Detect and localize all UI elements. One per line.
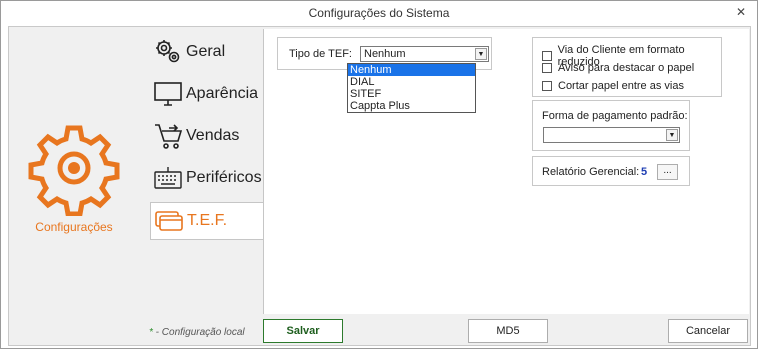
- keyboard-icon: [153, 163, 183, 193]
- menu-item-tef[interactable]: T.E.F.: [150, 202, 264, 240]
- dropdown-option[interactable]: Cappta Plus: [348, 100, 475, 112]
- menu-item-perifericos[interactable]: Periféricos: [150, 159, 263, 197]
- menu-item-aparencia[interactable]: Aparência: [150, 75, 263, 113]
- menu-label: Aparência: [186, 85, 259, 102]
- report-value: 5: [641, 166, 648, 178]
- cart-icon: [153, 121, 183, 151]
- menu-label: T.E.F.: [187, 212, 228, 229]
- save-button[interactable]: Salvar: [263, 319, 343, 343]
- dropdown-option[interactable]: SITEF: [348, 88, 475, 100]
- menu-label: Geral: [186, 43, 226, 60]
- local-config-note: * - Configuração local: [149, 327, 245, 338]
- payment-select[interactable]: ▼: [543, 127, 680, 143]
- close-icon[interactable]: ✕: [733, 4, 749, 20]
- report-group: Relatório Gerencial: 5 ...: [532, 156, 690, 186]
- menu-label: Vendas: [186, 127, 240, 144]
- monitor-icon: [153, 79, 183, 109]
- checkbox-cut-paper[interactable]: Cortar papel entre as vias: [542, 80, 684, 92]
- tef-type-label: Tipo de TEF:: [289, 48, 352, 60]
- cancel-button[interactable]: Cancelar: [668, 319, 748, 343]
- menu-item-vendas[interactable]: Vendas: [150, 117, 263, 155]
- print-options-group: Via do Cliente em formato reduzido Aviso…: [532, 37, 722, 97]
- gears-icon: [153, 37, 183, 67]
- menu-label: Periféricos: [186, 169, 262, 186]
- dropdown-option[interactable]: DIAL: [348, 76, 475, 88]
- checkbox-tear-warning[interactable]: Aviso para destacar o papel: [542, 62, 694, 74]
- report-label: Relatório Gerencial:: [542, 166, 640, 178]
- chevron-down-icon: ▼: [666, 129, 678, 141]
- local-config-text: - Configuração local: [152, 327, 245, 338]
- tef-type-dropdown: Nenhum DIAL SITEF Cappta Plus: [347, 63, 476, 113]
- checkbox-label: Aviso para destacar o papel: [558, 62, 695, 74]
- card-icon: [154, 206, 184, 236]
- tef-panel: Tipo de TEF: Nenhum ▼ Nenhum DIAL SITEF …: [263, 29, 749, 314]
- gear-icon: [26, 120, 122, 219]
- checkbox-box[interactable]: [542, 81, 552, 91]
- chevron-down-icon: ▼: [475, 48, 487, 60]
- checkbox-box[interactable]: [542, 63, 552, 73]
- checkbox-box[interactable]: [542, 51, 552, 61]
- md5-button[interactable]: MD5: [468, 319, 548, 343]
- settings-window: Configurações do Sistema ✕ Configurações…: [0, 0, 758, 349]
- payment-group: Forma de pagamento padrão: ▼: [532, 100, 690, 151]
- report-browse-button[interactable]: ...: [657, 164, 678, 180]
- payment-label: Forma de pagamento padrão:: [542, 110, 688, 122]
- tef-type-select[interactable]: Nenhum ▼: [360, 46, 489, 62]
- menu-item-geral[interactable]: Geral: [150, 33, 263, 71]
- dropdown-option[interactable]: Nenhum: [348, 64, 475, 76]
- tef-type-value: Nenhum: [364, 48, 406, 60]
- hero-label: Configurações: [35, 220, 113, 234]
- checkbox-label: Cortar papel entre as vias: [558, 80, 684, 92]
- window-body: Configurações Geral Aparência Vendas Per…: [8, 26, 751, 346]
- window-title: Configurações do Sistema: [308, 6, 450, 20]
